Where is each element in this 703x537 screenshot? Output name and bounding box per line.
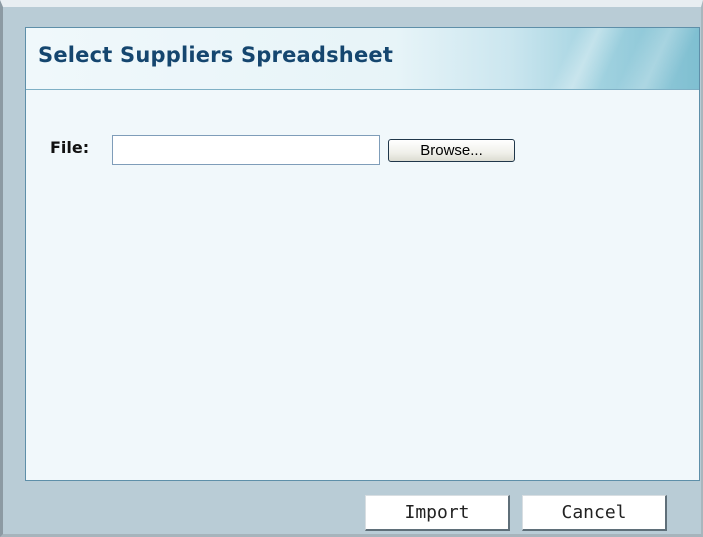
dialog-button-bar: Import Cancel [25, 481, 700, 534]
file-path-input[interactable] [112, 135, 380, 165]
dialog-panel: Select Suppliers Spreadsheet File: Brows… [25, 27, 700, 481]
file-row: File: Browse... [50, 135, 650, 165]
file-label: File: [50, 138, 90, 157]
cancel-button[interactable]: Cancel [522, 495, 667, 531]
import-button[interactable]: Import [365, 495, 510, 531]
dialog-frame: Select Suppliers Spreadsheet File: Brows… [0, 0, 703, 537]
browse-button[interactable]: Browse... [388, 139, 515, 162]
dialog-title: Select Suppliers Spreadsheet [38, 43, 394, 67]
dialog-header: Select Suppliers Spreadsheet [26, 28, 699, 90]
